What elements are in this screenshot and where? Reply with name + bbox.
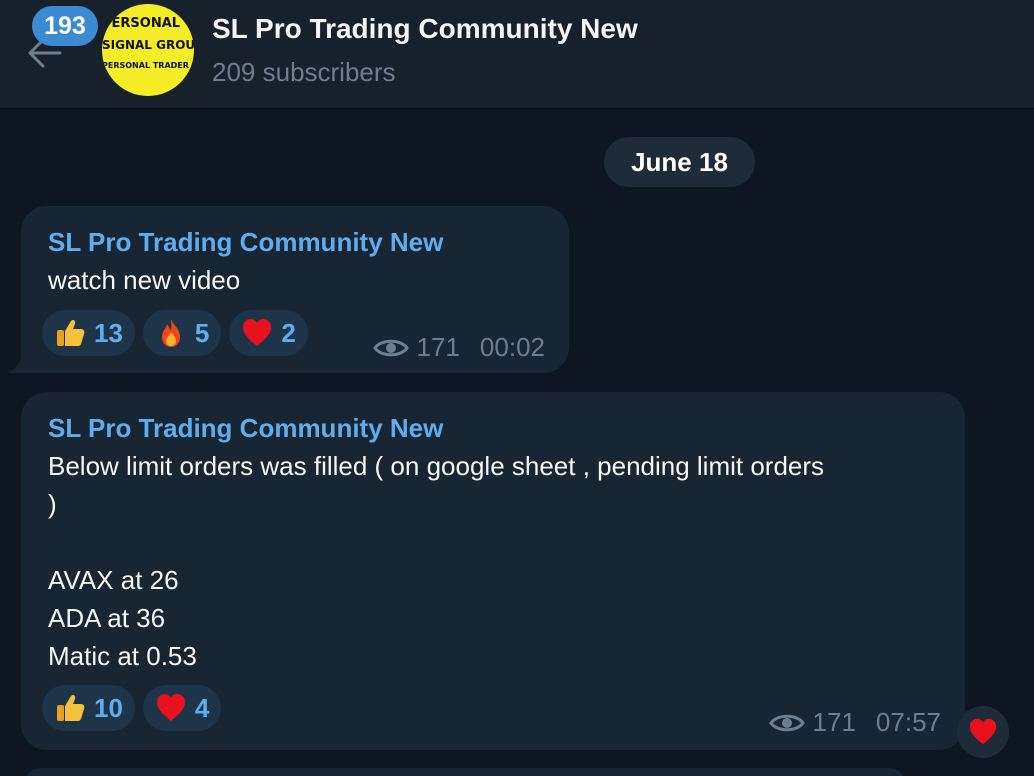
thumbs-up-icon bbox=[54, 317, 86, 349]
eye-icon bbox=[372, 339, 409, 356]
reactions-row: 10 4 bbox=[42, 685, 222, 731]
reaction-heart[interactable]: 2 bbox=[229, 310, 308, 356]
subscriber-count: 209 subscribers bbox=[212, 57, 396, 87]
message-meta: 171 00:02 bbox=[372, 332, 545, 363]
reaction-thumbs-up[interactable]: 10 bbox=[42, 685, 135, 731]
heart-icon bbox=[241, 317, 273, 349]
message-sender[interactable]: SL Pro Trading Community New bbox=[48, 413, 443, 444]
reaction-fire[interactable]: 5 bbox=[142, 310, 222, 356]
reaction-count: 5 bbox=[194, 317, 210, 348]
message-time: 00:02 bbox=[479, 332, 545, 362]
unread-count-badge: 193 bbox=[32, 6, 98, 46]
message-bubble[interactable]: SL Pro Trading Community New Below limit… bbox=[21, 392, 965, 750]
reaction-count: 2 bbox=[281, 317, 296, 348]
reaction-heart[interactable]: 4 bbox=[142, 685, 222, 731]
eye-icon bbox=[768, 714, 805, 731]
avatar-text-line-1: PERSONAL TRADER bbox=[102, 16, 194, 31]
reactions-row: 13 5 2 bbox=[42, 310, 308, 356]
message-bubble[interactable] bbox=[25, 768, 905, 776]
date-separator: June 18 bbox=[604, 137, 755, 187]
heart-icon bbox=[155, 692, 187, 724]
fire-icon bbox=[155, 317, 187, 349]
message-time: 07:57 bbox=[875, 707, 941, 737]
chat-header: 193 PERSONAL TRADER SIGNAL GROUP PERSONA… bbox=[0, 0, 1034, 109]
reaction-thumbs-up[interactable]: 13 bbox=[42, 310, 135, 356]
avatar-text-line-3: PERSONAL TRADER සමග bbox=[102, 61, 194, 70]
bubble-tail bbox=[5, 351, 29, 373]
message-bubble[interactable]: SL Pro Trading Community New watch new v… bbox=[5, 206, 569, 373]
channel-avatar[interactable]: PERSONAL TRADER SIGNAL GROUP PERSONAL TR… bbox=[102, 4, 194, 96]
avatar-text-line-2: SIGNAL GROUP bbox=[102, 38, 194, 52]
view-count: 171 bbox=[416, 332, 460, 362]
message-sender[interactable]: SL Pro Trading Community New bbox=[48, 227, 443, 258]
message-text: Below limit orders was filled ( on googl… bbox=[48, 451, 825, 671]
heart-icon bbox=[969, 718, 997, 745]
message-meta: 171 07:57 bbox=[768, 707, 941, 738]
quick-reaction-button[interactable] bbox=[957, 706, 1009, 758]
message-text: watch new video bbox=[48, 265, 241, 295]
view-count: 171 bbox=[812, 707, 856, 737]
reaction-count: 10 bbox=[94, 692, 123, 723]
reaction-count: 4 bbox=[194, 692, 210, 723]
channel-title[interactable]: SL Pro Trading Community New bbox=[212, 13, 638, 45]
thumbs-up-icon bbox=[54, 692, 86, 724]
reaction-count: 13 bbox=[94, 317, 123, 348]
